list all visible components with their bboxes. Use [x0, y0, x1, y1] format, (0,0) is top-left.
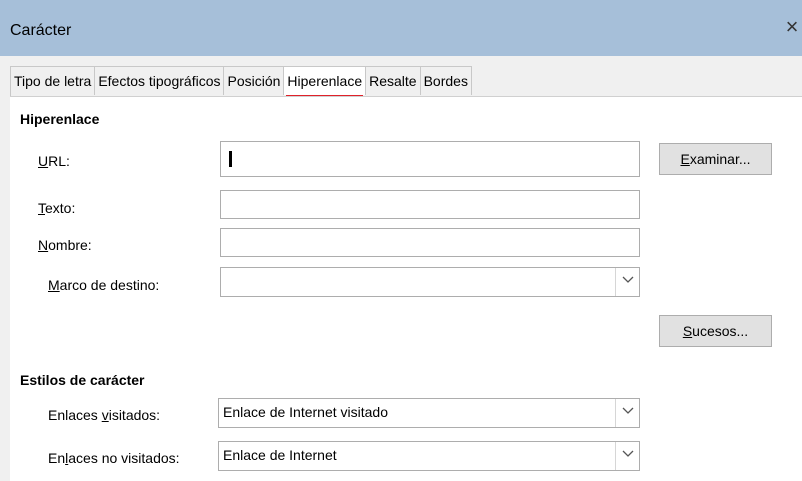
- name-label: Nombre:: [38, 237, 92, 253]
- visited-links-mnemonic: v: [101, 407, 109, 423]
- tab-hiperenlace[interactable]: Hiperenlace: [284, 67, 367, 98]
- text-label: Texto:: [38, 200, 75, 216]
- unvisited-links-label-a: En: [48, 450, 66, 466]
- unvisited-links-label-b: aces no visitados:: [68, 450, 180, 466]
- unvisited-links-dropdown[interactable]: [615, 442, 639, 470]
- url-label: URL:: [38, 153, 70, 169]
- tab-resalte[interactable]: Resalte: [366, 67, 421, 95]
- visited-links-label-a: Enlaces: [48, 407, 102, 423]
- text-cursor: [229, 151, 232, 167]
- tab-bordes[interactable]: Bordes: [420, 67, 472, 95]
- tab-panel-hiperenlace: Hiperenlace URL: Examinar... Texto: Nomb…: [10, 96, 802, 481]
- tab-bar: Tipo de letra Efectos tipográficos Posic…: [10, 66, 472, 98]
- text-label-mnemonic: T: [38, 200, 45, 216]
- chevron-down-icon: [622, 407, 634, 414]
- target-frame-mnemonic: M: [48, 277, 60, 293]
- browse-button[interactable]: Examinar...: [659, 143, 772, 175]
- name-label-mnemonic: N: [38, 237, 49, 253]
- tab-tipo-de-letra[interactable]: Tipo de letra: [11, 67, 96, 95]
- target-frame-dropdown[interactable]: [615, 268, 639, 296]
- target-frame-select[interactable]: [220, 267, 640, 297]
- chevron-down-icon: [622, 450, 634, 457]
- visited-links-value: Enlace de Internet visitado: [223, 404, 388, 420]
- tab-efectos-tipograficos[interactable]: Efectos tipográficos: [95, 67, 225, 95]
- url-label-mnemonic: U: [38, 153, 49, 169]
- events-label: ucesos...: [692, 323, 749, 339]
- visited-links-dropdown[interactable]: [615, 399, 639, 427]
- character-styles-section-title: Estilos de carácter: [20, 372, 145, 388]
- name-input[interactable]: [220, 228, 640, 257]
- dialog-title: Carácter: [10, 22, 72, 39]
- hyperlink-section-title: Hiperenlace: [20, 111, 100, 127]
- text-input[interactable]: [220, 190, 640, 219]
- target-frame-label: Marco de destino:: [48, 277, 159, 293]
- browse-label: xaminar...: [689, 151, 751, 167]
- events-mnemonic: S: [682, 323, 693, 339]
- chevron-down-icon: [622, 276, 634, 283]
- tab-posicion[interactable]: Posición: [224, 67, 285, 95]
- visited-links-label: Enlaces visitados:: [48, 407, 160, 423]
- unvisited-links-label: Enlaces no visitados:: [48, 450, 180, 466]
- target-frame-label-text: arco de destino:: [59, 277, 160, 293]
- url-label-text: RL:: [48, 153, 70, 169]
- url-input[interactable]: [220, 141, 640, 177]
- dialog-title-bar: Carácter ×: [0, 0, 802, 56]
- close-icon[interactable]: ×: [780, 16, 802, 44]
- text-label-text: exto:: [45, 200, 76, 216]
- name-label-text: ombre:: [48, 237, 92, 253]
- unvisited-links-select[interactable]: Enlace de Internet: [218, 441, 640, 471]
- visited-links-label-b: isitados:: [108, 407, 161, 423]
- browse-mnemonic: E: [680, 151, 690, 167]
- visited-links-select[interactable]: Enlace de Internet visitado: [218, 398, 640, 428]
- unvisited-links-value: Enlace de Internet: [223, 447, 337, 463]
- events-button[interactable]: Sucesos...: [659, 315, 772, 347]
